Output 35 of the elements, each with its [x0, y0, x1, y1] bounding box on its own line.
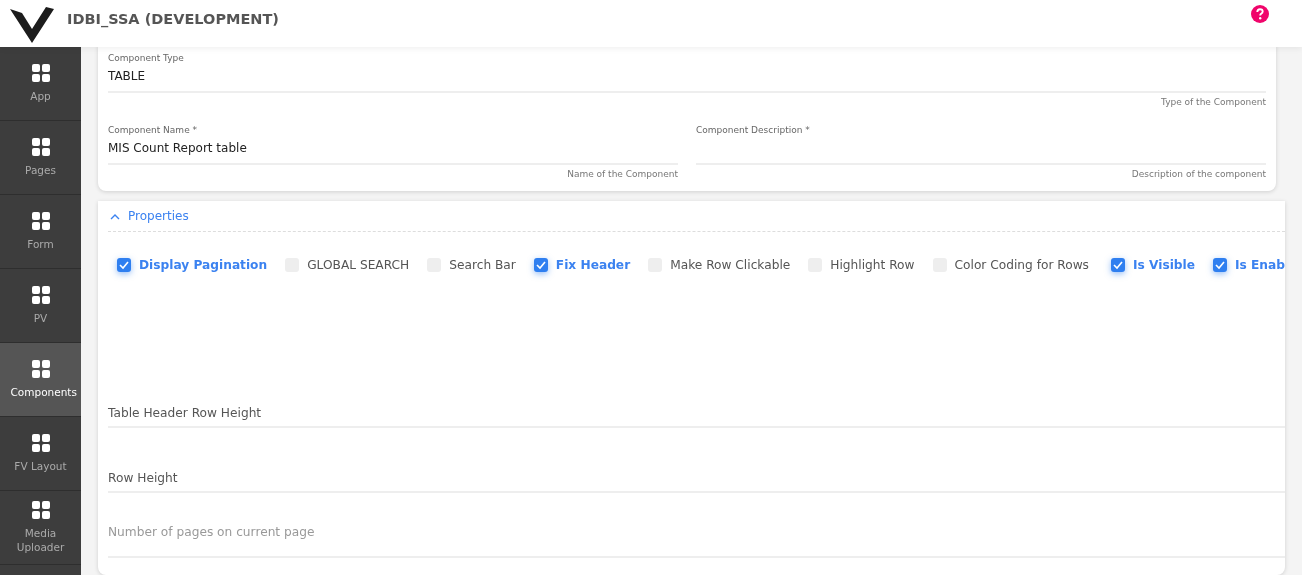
checkbox-label[interactable]: Color Coding for Rows	[954, 257, 1089, 272]
input-field[interactable]: Number of pages on current page	[108, 513, 1285, 558]
checkbox[interactable]	[533, 257, 548, 272]
sidebar-item[interactable]: Components	[0, 343, 81, 417]
grid-icon	[31, 433, 50, 452]
checkbox-label[interactable]: Search Bar	[449, 257, 516, 272]
checkbox[interactable]	[1213, 257, 1227, 272]
help-icon[interactable]	[1251, 4, 1269, 23]
app-title: IDBI_SSA (DEVELOPMENT)	[67, 10, 279, 27]
grid-icon	[31, 359, 50, 378]
checkbox-label[interactable]: Make Row Clickable	[670, 257, 791, 272]
input-field[interactable]: Component Type TABLE	[108, 45, 1266, 93]
input-field[interactable]: Row Height	[108, 448, 1285, 493]
properties-toggle[interactable]: Properties	[110, 209, 189, 223]
checkbox-label[interactable]: Is Enab	[1235, 257, 1285, 272]
checkbox-label[interactable]: Highlight Row	[830, 257, 915, 272]
checkbox-label[interactable]: Fix Header	[555, 257, 631, 272]
chevron-icon	[110, 212, 120, 220]
checkbox-label[interactable]: Is Visible	[1133, 257, 1195, 272]
field-hint: Type of the Component	[1161, 97, 1266, 107]
grid-icon	[31, 63, 50, 82]
checkbox[interactable]	[1111, 257, 1125, 272]
checkbox[interactable]	[117, 257, 131, 272]
field-hint: Description of the component	[1131, 169, 1266, 179]
grid-icon	[31, 285, 50, 304]
checkbox-label[interactable]: GLOBAL SEARCH	[307, 257, 410, 272]
logo-icon	[10, 6, 54, 43]
input-field[interactable]: Component Name * MIS Count Report table	[108, 117, 678, 165]
input-field[interactable]: Table Header Row Height	[108, 383, 1285, 428]
grid-icon	[31, 211, 50, 230]
input-field[interactable]: Component Description *	[696, 117, 1266, 165]
field-hint: Name of the Component	[567, 169, 678, 179]
grid-icon	[31, 137, 50, 156]
checkbox-label[interactable]: Display Pagination	[139, 257, 268, 272]
grid-icon	[31, 501, 50, 520]
